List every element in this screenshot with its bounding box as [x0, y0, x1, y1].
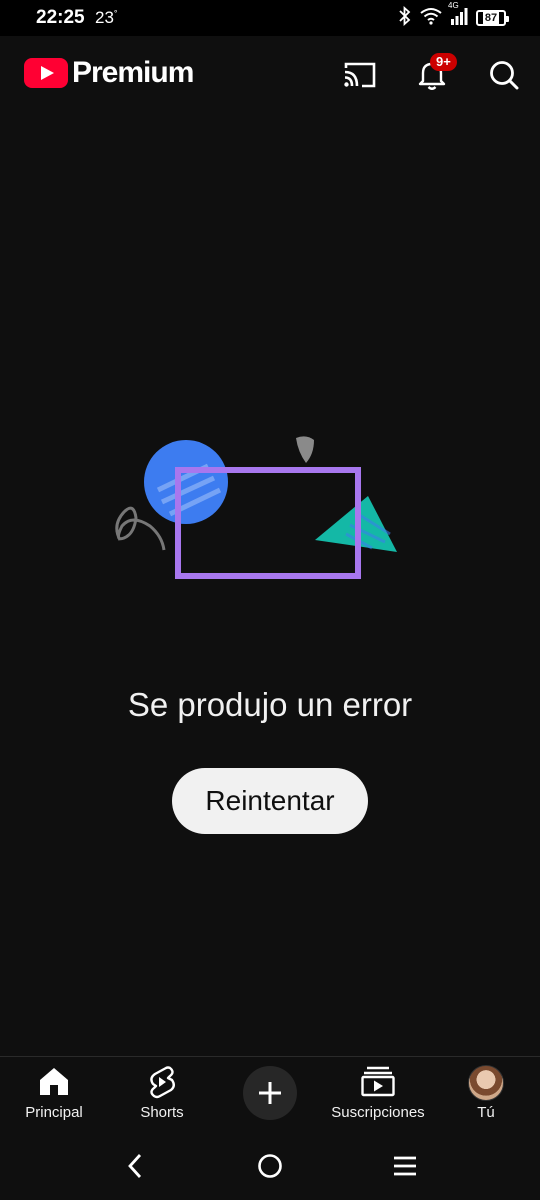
plus-icon	[259, 1082, 281, 1104]
status-temperature: 23°	[95, 8, 118, 27]
battery-icon: 87	[476, 10, 509, 26]
create-button[interactable]	[243, 1066, 297, 1120]
status-bar: 22:25 23° 4G 87	[0, 0, 540, 36]
status-time: 22:25	[36, 7, 85, 28]
wifi-icon	[420, 7, 442, 30]
cast-button[interactable]	[340, 55, 380, 95]
home-icon	[37, 1065, 71, 1102]
system-recents-button[interactable]	[385, 1146, 425, 1186]
bottom-navigation: Principal Shorts Suscripciones Tú	[0, 1056, 540, 1131]
system-home-button[interactable]	[250, 1146, 290, 1186]
notifications-button[interactable]: 9+	[412, 53, 457, 95]
home-circle-icon	[258, 1154, 282, 1178]
avatar	[468, 1065, 504, 1101]
error-message: Se produjo un error	[127, 686, 413, 723]
system-back-button[interactable]	[115, 1146, 155, 1186]
nav-item-you[interactable]: Tú	[432, 1057, 540, 1131]
cellular-signal-icon: 4G	[448, 1, 468, 30]
back-icon	[128, 1154, 142, 1178]
app-header: Premium 9+	[0, 36, 540, 110]
notification-badge: 9+	[430, 53, 457, 71]
system-navigation-bar	[0, 1130, 540, 1200]
bluetooth-icon	[398, 5, 412, 31]
nav-item-subscriptions[interactable]: Suscripciones	[324, 1057, 432, 1131]
nav-item-home[interactable]: Principal	[0, 1057, 108, 1131]
cast-icon	[344, 62, 376, 88]
shorts-icon	[147, 1065, 177, 1104]
search-button[interactable]	[484, 55, 524, 95]
youtube-logo-icon	[24, 58, 68, 88]
subscriptions-icon	[360, 1065, 396, 1102]
menu-icon	[394, 1156, 416, 1176]
youtube-premium-logo[interactable]: Premium	[24, 56, 194, 90]
nav-item-shorts[interactable]: Shorts	[108, 1057, 216, 1131]
retry-button[interactable]: Reintentar	[172, 768, 368, 834]
error-illustration	[115, 436, 397, 579]
search-icon	[490, 61, 519, 90]
